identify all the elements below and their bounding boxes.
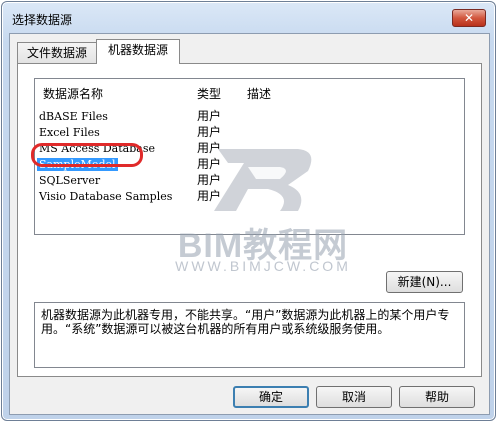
dialog-window: 选择数据源 ✕ 文件数据源 机器数据源 数据源名称 类型 描述 dBASE Fi… bbox=[1, 1, 496, 421]
annotation-circle bbox=[31, 143, 143, 167]
dialog-title: 选择数据源 bbox=[12, 13, 73, 27]
list-item-type: 用户 bbox=[197, 141, 222, 155]
column-header-type[interactable]: 类型 bbox=[197, 85, 221, 102]
new-button[interactable]: 新建(N)... bbox=[386, 271, 463, 293]
list-item-name: dBASE Files bbox=[39, 110, 108, 123]
ok-button[interactable]: 确定 bbox=[233, 386, 309, 408]
column-header-name[interactable]: 数据源名称 bbox=[43, 85, 103, 102]
title-bar[interactable]: 选择数据源 ✕ bbox=[2, 2, 495, 32]
list-item[interactable]: dBASE Files 用户 bbox=[35, 109, 464, 125]
list-item-name: Excel Files bbox=[39, 126, 100, 139]
list-item-type: 用户 bbox=[197, 125, 222, 139]
list-item[interactable]: Excel Files 用户 bbox=[35, 125, 464, 141]
list-item-name: SQLServer bbox=[39, 174, 101, 187]
list-item-type: 用户 bbox=[197, 189, 222, 203]
close-icon: ✕ bbox=[463, 11, 475, 25]
tab-file-data-source[interactable]: 文件数据源 bbox=[17, 42, 97, 63]
cancel-button[interactable]: 取消 bbox=[316, 386, 392, 408]
list-item[interactable]: Visio Database Samples 用户 bbox=[35, 189, 464, 205]
list-item-type: 用户 bbox=[197, 157, 222, 171]
column-header-description[interactable]: 描述 bbox=[247, 85, 271, 102]
close-button[interactable]: ✕ bbox=[452, 9, 486, 27]
list-item-type: 用户 bbox=[197, 109, 222, 123]
tab-panel: 数据源名称 类型 描述 dBASE Files 用户 Excel Files 用… bbox=[17, 63, 482, 377]
list-item-type: 用户 bbox=[197, 173, 222, 187]
list-item-name: Visio Database Samples bbox=[39, 190, 173, 203]
description-text: 机器数据源为此机器专用，不能共享。“用户”数据源为此机器上的某个用户专用。“系统… bbox=[34, 302, 465, 368]
tab-machine-data-source[interactable]: 机器数据源 bbox=[96, 39, 180, 64]
help-button[interactable]: 帮助 bbox=[399, 386, 475, 408]
list-item[interactable]: SQLServer 用户 bbox=[35, 173, 464, 189]
dialog-body: 文件数据源 机器数据源 数据源名称 类型 描述 dBASE Files 用户 E… bbox=[9, 33, 490, 415]
